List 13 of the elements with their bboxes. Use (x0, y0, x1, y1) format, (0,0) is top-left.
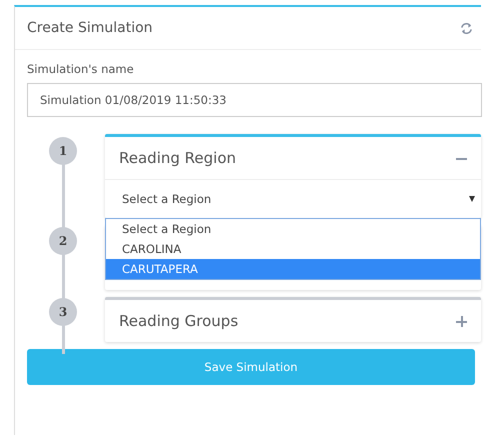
name-field[interactable]: Simulation 01/08/2019 11:50:33 (27, 83, 482, 117)
refresh-icon[interactable] (460, 22, 473, 34)
dropdown-option[interactable]: CAROLINA (106, 239, 480, 259)
dropdown-option[interactable]: Select a Region (106, 219, 480, 239)
step-number: 1 (49, 137, 77, 165)
field-label: Simulation's name (27, 62, 135, 76)
step-number: 3 (49, 298, 77, 326)
step-title[interactable]: Reading Region (119, 149, 236, 167)
step-number: 2 (49, 227, 77, 255)
expand-icon[interactable] (456, 316, 467, 326)
region-select[interactable]: Select a Region (105, 180, 481, 218)
panel-title: Create Simulation (27, 20, 153, 36)
step-title[interactable]: Reading Groups (119, 312, 238, 330)
